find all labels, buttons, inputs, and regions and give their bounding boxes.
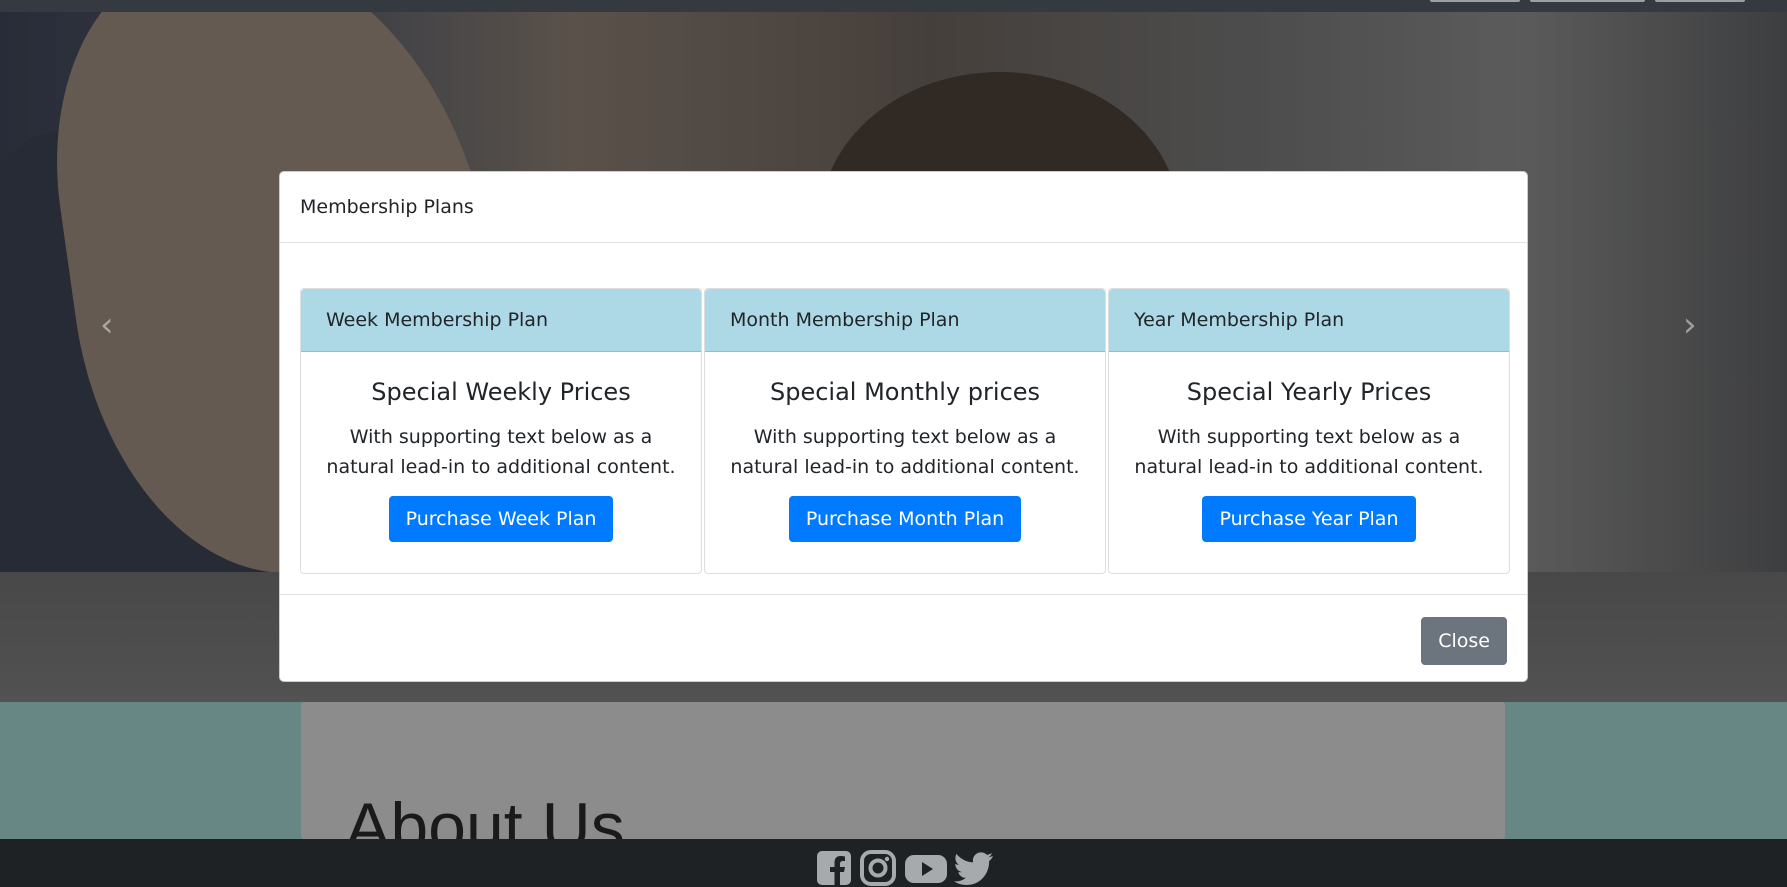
twitter-icon[interactable] xyxy=(954,850,994,886)
close-button[interactable]: Close xyxy=(1421,617,1507,665)
plan-card-year: Year Membership Plan Special Yearly Pric… xyxy=(1108,288,1510,574)
plan-card-body: Special Monthly prices With supporting t… xyxy=(705,352,1105,573)
plan-card-month: Month Membership Plan Special Monthly pr… xyxy=(704,288,1106,574)
plan-card-text: With supporting text below as a natural … xyxy=(1134,426,1484,478)
modal-body: Week Membership Plan Special Weekly Pric… xyxy=(300,288,1510,574)
about-card: About Us xyxy=(301,702,1505,839)
instagram-icon[interactable] xyxy=(860,850,898,886)
navbar-button[interactable] xyxy=(1530,0,1645,2)
navbar xyxy=(0,0,1787,12)
plan-card-text: With supporting text below as a natural … xyxy=(730,426,1080,478)
carousel-prev-icon[interactable]: ‹ xyxy=(100,305,114,345)
modal-footer: Close xyxy=(280,594,1527,682)
plan-card-header: Week Membership Plan xyxy=(301,289,701,352)
modal-title: Membership Plans xyxy=(300,196,474,218)
social-links xyxy=(816,850,994,886)
membership-modal: Membership Plans Week Membership Plan Sp… xyxy=(279,171,1528,682)
purchase-month-plan-button[interactable]: Purchase Month Plan xyxy=(788,496,1022,542)
youtube-icon[interactable] xyxy=(904,850,948,886)
plan-card-title: Special Weekly Prices xyxy=(371,378,631,406)
navbar-button[interactable] xyxy=(1430,0,1520,2)
navbar-button[interactable] xyxy=(1655,0,1745,2)
plan-card-week: Week Membership Plan Special Weekly Pric… xyxy=(300,288,702,574)
plan-card-header: Year Membership Plan xyxy=(1109,289,1509,352)
plan-card-body: Special Yearly Prices With supporting te… xyxy=(1109,352,1509,573)
plan-card-title: Special Monthly prices xyxy=(769,378,1041,406)
plan-card-title: Special Yearly Prices xyxy=(1186,378,1432,406)
about-title: About Us xyxy=(345,789,625,839)
purchase-week-plan-button[interactable]: Purchase Week Plan xyxy=(388,496,614,542)
plan-card-body: Special Weekly Prices With supporting te… xyxy=(301,352,701,573)
modal-header: Membership Plans xyxy=(280,172,1527,243)
purchase-year-plan-button[interactable]: Purchase Year Plan xyxy=(1202,496,1416,542)
plan-card-header: Month Membership Plan xyxy=(705,289,1105,352)
carousel-next-icon[interactable]: › xyxy=(1683,305,1697,345)
facebook-icon[interactable] xyxy=(816,850,854,886)
plan-card-text: With supporting text below as a natural … xyxy=(326,426,676,478)
